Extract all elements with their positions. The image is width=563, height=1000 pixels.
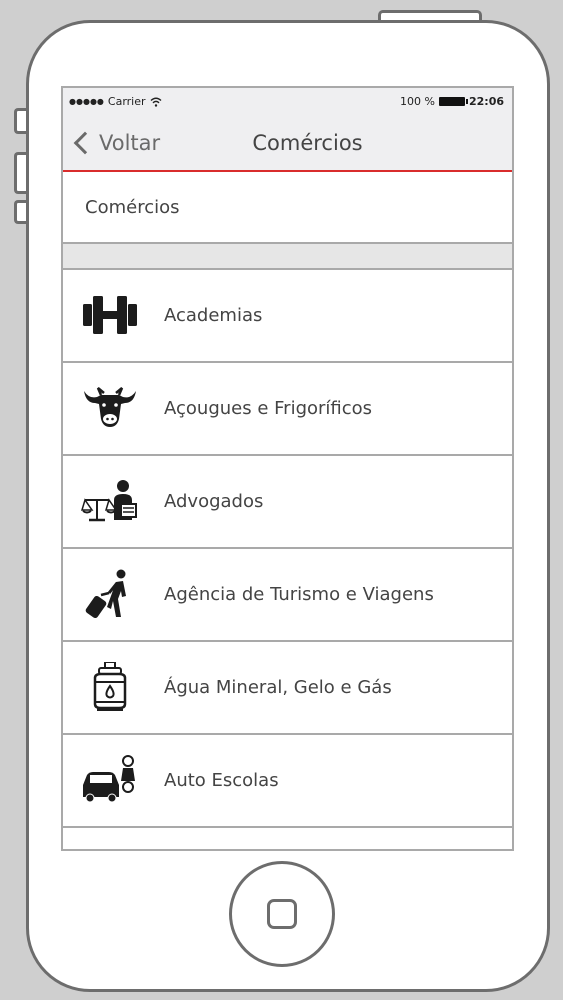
lawyer-icon — [81, 480, 137, 522]
list-item-auto-escolas[interactable]: Auto Escolas — [63, 735, 512, 828]
navigation-bar: Voltar Comércios — [63, 116, 512, 172]
list-item-label: Água Mineral, Gelo e Gás — [164, 677, 392, 698]
cow-icon — [84, 387, 136, 427]
list-item-academias[interactable]: Academias — [63, 270, 512, 363]
section-header: Comércios — [63, 172, 512, 244]
traveler-icon — [85, 569, 126, 619]
gas-cylinder-icon — [93, 662, 127, 711]
phone-screen: ●●●●● Carrier 100 % 22:06 Voltar Comérci… — [61, 86, 514, 851]
list-item-label: Açougues e Frigoríficos — [164, 398, 373, 419]
battery-percent: 100 % — [400, 95, 435, 108]
clock: 22:06 — [468, 95, 504, 108]
list-item-acougues[interactable]: Açougues e Frigoríficos — [63, 363, 512, 456]
section-separator — [63, 244, 512, 270]
driving-school-icon — [83, 755, 135, 803]
list-item-agua-mineral[interactable]: Água Mineral, Gelo e Gás — [63, 642, 512, 735]
list-item-agencia-turismo[interactable]: Agência de Turismo e Viagens — [63, 549, 512, 642]
carrier-label: Carrier — [107, 95, 146, 108]
list-item-label: Agência de Turismo e Viagens — [164, 584, 434, 605]
section-label: Comércios — [85, 197, 180, 218]
list-item-advogados[interactable]: Advogados — [63, 456, 512, 549]
status-bar: ●●●●● Carrier 100 % 22:06 — [63, 88, 512, 116]
category-list: Academias Açougues e Frigoríficos Advoga… — [63, 270, 512, 828]
wifi-icon — [150, 97, 162, 107]
dumbbell-icon — [83, 296, 137, 334]
list-item-label: Advogados — [164, 491, 264, 512]
list-item-label: Academias — [164, 305, 263, 326]
battery-icon — [438, 97, 468, 106]
home-button[interactable] — [229, 861, 335, 967]
list-item-label: Auto Escolas — [164, 770, 279, 791]
signal-icon: ●●●●● — [69, 97, 104, 106]
page-title: Comércios — [252, 131, 363, 155]
